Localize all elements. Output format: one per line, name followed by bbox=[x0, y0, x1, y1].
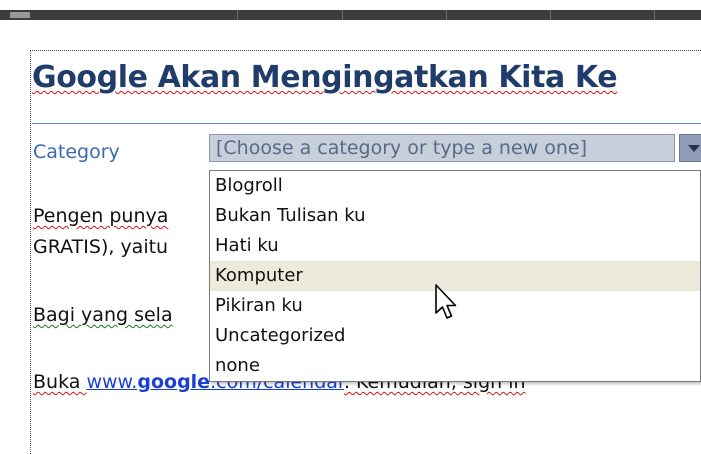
toolbar-separator bbox=[654, 10, 655, 20]
paragraph-line: GRATIS), yaitu bbox=[33, 236, 168, 258]
toolbar-separator bbox=[342, 10, 343, 20]
category-input[interactable]: [Choose a category or type a new one] bbox=[209, 134, 675, 162]
toolbar-bar bbox=[0, 10, 701, 20]
toolbar-separator bbox=[550, 10, 551, 20]
title-underline bbox=[32, 123, 701, 124]
dropdown-item-blogroll[interactable]: Blogroll bbox=[210, 171, 700, 201]
post-title-text: Google Akan Mengingatkan Kita Ke bbox=[32, 60, 618, 95]
paragraph-line: Pengen punya bbox=[33, 205, 168, 227]
dropdown-item-uncategorized[interactable]: Uncategorized bbox=[210, 321, 700, 351]
paragraph-text: Bagi yang sela bbox=[33, 304, 173, 326]
paragraph-text: Pengen punya bbox=[33, 205, 169, 227]
link-text-bold: google bbox=[137, 371, 211, 393]
paragraph-text: GRATIS), yaitu bbox=[33, 236, 169, 258]
document-boundary-left bbox=[30, 50, 31, 454]
toolbar-handle[interactable] bbox=[10, 12, 30, 18]
link-text: www. bbox=[86, 371, 138, 393]
category-dropdown-button[interactable] bbox=[679, 134, 701, 162]
post-title[interactable]: Google Akan Mengingatkan Kita Ke bbox=[32, 60, 618, 95]
category-dropdown-list[interactable]: Blogroll Bukan Tulisan ku Hati ku Komput… bbox=[209, 170, 701, 382]
category-combobox[interactable]: [Choose a category or type a new one] bbox=[209, 134, 701, 164]
toolbar-strip bbox=[0, 0, 701, 20]
toolbar-separator bbox=[237, 10, 238, 20]
paragraph-line: Bagi yang sela bbox=[33, 304, 173, 326]
document-boundary-top bbox=[30, 50, 701, 51]
toolbar-separator bbox=[446, 10, 447, 20]
paragraph-text: Buka bbox=[33, 371, 87, 393]
dropdown-item-bukan-tulisan-ku[interactable]: Bukan Tulisan ku bbox=[210, 201, 700, 231]
category-label: Category bbox=[33, 141, 120, 163]
chevron-down-icon bbox=[688, 145, 700, 152]
dropdown-item-none[interactable]: none bbox=[210, 351, 700, 381]
mouse-pointer-icon bbox=[435, 284, 457, 319]
dropdown-item-hati-ku[interactable]: Hati ku bbox=[210, 231, 700, 261]
